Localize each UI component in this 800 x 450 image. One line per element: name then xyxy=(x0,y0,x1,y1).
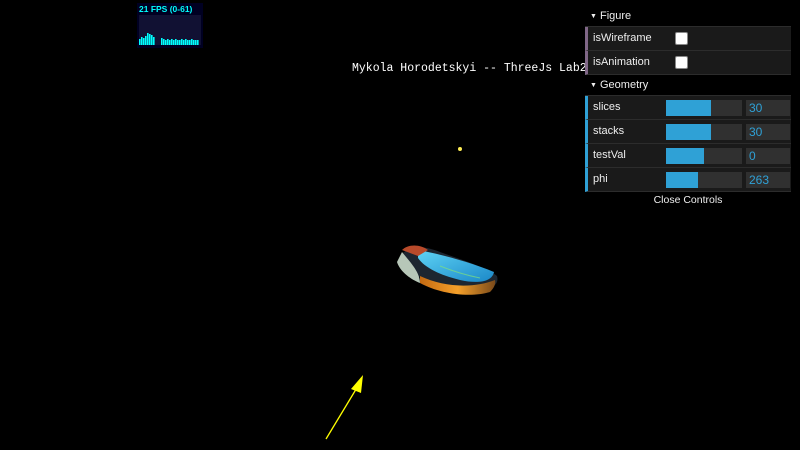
slices-input[interactable]: 30 xyxy=(746,100,790,116)
folder-figure-label: Figure xyxy=(600,10,632,22)
control-phi: phi 263 xyxy=(585,168,791,192)
triangle-down-icon: ▼ xyxy=(590,82,597,89)
control-testval: testVal 0 xyxy=(585,144,791,168)
fps-graph-bar xyxy=(153,37,155,45)
iswireframe-checkbox[interactable] xyxy=(675,32,688,45)
stacks-input[interactable]: 30 xyxy=(746,124,790,140)
fps-graph-bar xyxy=(163,39,165,45)
triangle-down-icon: ▼ xyxy=(590,13,597,20)
fps-graph-bar xyxy=(183,40,185,45)
fps-graph-bar xyxy=(177,40,179,45)
control-label: isWireframe xyxy=(593,32,652,44)
control-stacks: stacks 30 xyxy=(585,120,791,144)
dat-gui-panel[interactable]: ▼ Figure isWireframe isAnimation ▼ Geometr… xyxy=(585,6,791,209)
testval-slider[interactable] xyxy=(666,148,742,164)
control-isanimation: isAnimation xyxy=(585,51,791,75)
fps-graph-bar xyxy=(141,37,143,45)
fps-graph-bar xyxy=(197,40,199,45)
fps-graph-bar xyxy=(149,34,151,45)
fps-graph-bar xyxy=(147,33,149,45)
control-label: stacks xyxy=(593,125,625,137)
control-slices: slices 30 xyxy=(585,96,791,120)
fps-graph-bar xyxy=(173,40,175,45)
arrow-helper xyxy=(325,375,363,440)
fps-graph-bar xyxy=(191,39,193,45)
control-label: testVal xyxy=(593,149,626,161)
control-label: phi xyxy=(593,173,608,185)
fps-graph-bar xyxy=(189,40,191,45)
fps-graph-bar xyxy=(161,38,163,45)
folder-figure[interactable]: ▼ Figure xyxy=(585,6,791,27)
folder-geometry[interactable]: ▼ Geometry xyxy=(585,75,791,96)
phi-input[interactable]: 263 xyxy=(746,172,790,188)
fps-graph-bar xyxy=(193,40,195,45)
fps-graph-bar xyxy=(145,36,147,45)
fps-graph-bar xyxy=(171,39,173,45)
fps-graph-bar xyxy=(165,40,167,45)
fps-graph-bar xyxy=(187,40,189,45)
folder-geometry-label: Geometry xyxy=(600,79,649,91)
fps-graph-bar xyxy=(169,40,171,45)
fps-graph-bar xyxy=(195,40,197,45)
control-iswireframe: isWireframe xyxy=(585,27,791,51)
fps-graph-bar xyxy=(175,39,177,45)
control-label: slices xyxy=(593,101,621,113)
fps-readout: 21 FPS (0-61) xyxy=(139,4,193,14)
fps-graph-bar xyxy=(139,39,141,45)
page-title: Mykola Horodetskyi -- ThreeJs Lab2 xyxy=(352,62,587,75)
fps-graph-bar xyxy=(143,38,145,45)
stacks-slider[interactable] xyxy=(666,124,742,140)
fps-graph-bar xyxy=(151,35,153,45)
fps-graph-bar xyxy=(167,39,169,45)
isanimation-checkbox[interactable] xyxy=(675,56,688,69)
fps-stats-panel[interactable]: 21 FPS (0-61) xyxy=(137,3,203,48)
slices-slider[interactable] xyxy=(666,100,742,116)
fps-graph-bar xyxy=(179,40,181,45)
close-controls-button[interactable]: Close Controls xyxy=(585,192,791,209)
fps-graph-bar xyxy=(181,39,183,45)
phi-slider[interactable] xyxy=(666,172,742,188)
testval-input[interactable]: 0 xyxy=(746,148,790,164)
fps-graph-bar xyxy=(185,39,187,45)
control-label: isAnimation xyxy=(593,56,650,68)
fps-graph xyxy=(139,15,201,45)
parametric-surface xyxy=(397,245,498,295)
point-light xyxy=(458,147,462,151)
